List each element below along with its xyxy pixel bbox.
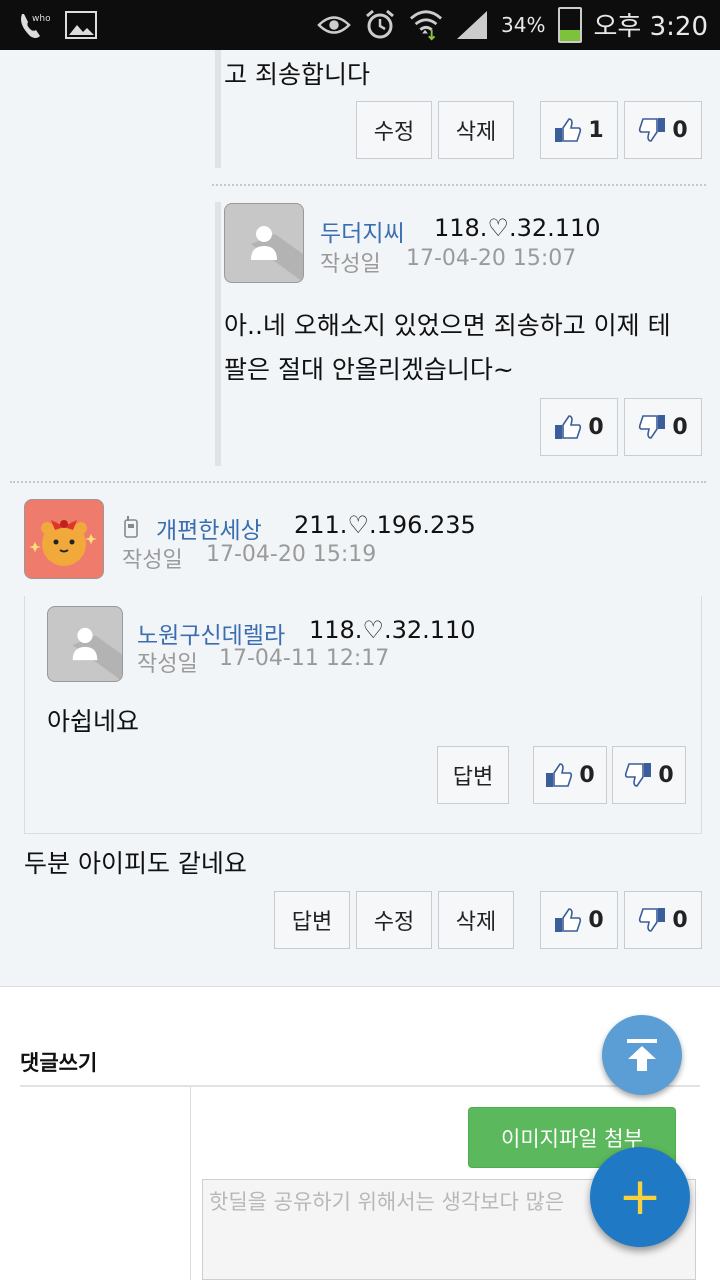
dislike-button[interactable]: 0 bbox=[624, 101, 702, 159]
like-button[interactable]: 0 bbox=[533, 746, 607, 804]
wifi-icon bbox=[409, 8, 443, 42]
scroll-top-button[interactable] bbox=[602, 1015, 682, 1095]
thumbs-down-icon bbox=[639, 908, 666, 932]
like-button[interactable]: 1 bbox=[540, 101, 618, 159]
eye-icon bbox=[317, 8, 351, 42]
dislike-count: 0 bbox=[658, 762, 674, 788]
thumbs-up-icon bbox=[555, 908, 582, 932]
divider bbox=[212, 184, 706, 186]
avatar[interactable] bbox=[24, 499, 104, 579]
clock: 오후 3:20 bbox=[593, 12, 709, 42]
divider bbox=[190, 1087, 191, 1280]
status-bar: who 34% 오후 3:20 bbox=[0, 0, 720, 50]
battery-percent: 34% bbox=[501, 12, 546, 37]
like-count: 0 bbox=[588, 907, 604, 933]
author-ip: 118.♡.32.110 bbox=[434, 214, 601, 242]
whowho-call-icon: who bbox=[16, 8, 50, 42]
reply-indent-line bbox=[215, 202, 221, 466]
comment-text: 팔은 절대 안올리겠습니다~ bbox=[224, 355, 514, 384]
dislike-button[interactable]: 0 bbox=[624, 891, 702, 949]
dislike-button[interactable]: 0 bbox=[624, 398, 702, 456]
delete-button[interactable]: 삭제 bbox=[438, 101, 514, 159]
author-ip: 118.♡.32.110 bbox=[309, 616, 476, 644]
like-button[interactable]: 0 bbox=[540, 891, 618, 949]
dislike-count: 0 bbox=[672, 907, 688, 933]
battery-icon bbox=[557, 6, 582, 43]
comment-text: 아쉽네요 bbox=[47, 707, 140, 736]
user-silhouette-icon bbox=[72, 627, 122, 681]
arrow-up-icon bbox=[627, 1039, 657, 1071]
date-value: 17-04-20 15:07 bbox=[406, 246, 577, 271]
reply-indent-line bbox=[215, 50, 221, 168]
date-label: 작성일 bbox=[320, 252, 381, 277]
like-count: 0 bbox=[588, 414, 604, 440]
add-button[interactable]: + bbox=[590, 1147, 690, 1247]
user-silhouette-icon bbox=[251, 226, 303, 282]
divider bbox=[20, 1085, 700, 1087]
thumbs-up-icon bbox=[555, 415, 582, 439]
avatar[interactable] bbox=[47, 606, 123, 682]
section-title: 댓글쓰기 bbox=[20, 1051, 98, 1075]
edit-button[interactable]: 수정 bbox=[356, 891, 432, 949]
avatar[interactable] bbox=[224, 203, 304, 283]
date-label: 작성일 bbox=[137, 652, 198, 677]
like-count: 1 bbox=[588, 117, 604, 143]
author-name[interactable]: 개편한세상 bbox=[156, 511, 262, 545]
alarm-icon bbox=[363, 8, 397, 42]
comment-text: 고 죄송합니다 bbox=[224, 60, 370, 89]
author-name[interactable]: 노원구신데렐라 bbox=[137, 616, 285, 650]
like-button[interactable]: 0 bbox=[540, 398, 618, 456]
dislike-count: 0 bbox=[672, 414, 688, 440]
thumbs-down-icon bbox=[639, 415, 666, 439]
author-ip: 211.♡.196.235 bbox=[294, 511, 476, 539]
like-count: 0 bbox=[579, 762, 595, 788]
thumbs-down-icon bbox=[639, 118, 666, 142]
edit-button[interactable]: 수정 bbox=[356, 101, 432, 159]
date-value: 17-04-20 15:19 bbox=[206, 542, 377, 567]
thumbs-up-icon bbox=[555, 118, 582, 142]
thumbs-up-icon bbox=[546, 763, 573, 787]
plus-icon: + bbox=[618, 1167, 662, 1227]
comment-text: 아..네 오해소지 있었으면 죄송하고 이제 테 bbox=[224, 311, 671, 340]
reply-button[interactable]: 답변 bbox=[274, 891, 350, 949]
comment-text: 두분 아이피도 같네요 bbox=[24, 849, 247, 878]
gallery-icon bbox=[64, 8, 98, 42]
thumbs-down-icon bbox=[625, 763, 652, 787]
svg-text:who: who bbox=[32, 14, 50, 24]
dislike-button[interactable]: 0 bbox=[612, 746, 686, 804]
delete-button[interactable]: 삭제 bbox=[438, 891, 514, 949]
divider bbox=[10, 481, 706, 483]
signal-icon bbox=[455, 8, 489, 42]
comment-list: 고 죄송합니다 수정 삭제 1 0 두더지씨 118.♡.32.110 작성일 … bbox=[0, 50, 720, 987]
date-label: 작성일 bbox=[122, 548, 183, 573]
ryan-character-icon bbox=[29, 520, 97, 566]
reply-button[interactable]: 답변 bbox=[437, 746, 509, 804]
quoted-comment: 노원구신데렐라 118.♡.32.110 작성일 17-04-11 12:17 … bbox=[24, 596, 702, 834]
author-name[interactable]: 두더지씨 bbox=[320, 214, 405, 248]
dislike-count: 0 bbox=[672, 117, 688, 143]
date-value: 17-04-11 12:17 bbox=[219, 646, 390, 671]
mobile-icon bbox=[124, 516, 138, 542]
